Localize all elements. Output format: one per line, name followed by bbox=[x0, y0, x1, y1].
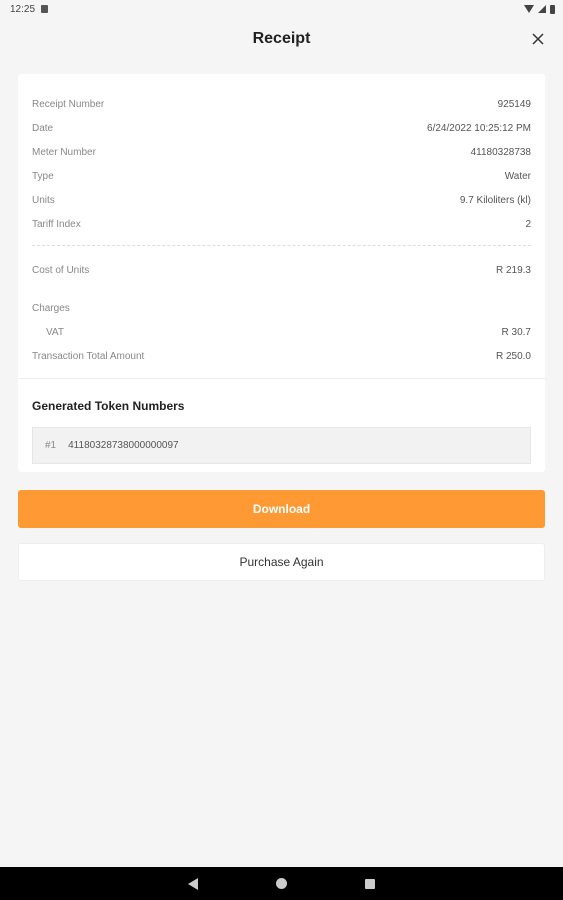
status-left: 12:25 bbox=[10, 3, 49, 15]
tariff-index-row: Tariff Index 2 bbox=[32, 212, 531, 236]
wifi-icon bbox=[524, 5, 534, 13]
receipt-number-value: 925149 bbox=[497, 98, 531, 110]
close-button[interactable] bbox=[527, 28, 549, 50]
total-row: Transaction Total Amount R 250.0 bbox=[32, 344, 531, 368]
meter-number-row: Meter Number 41180328738 bbox=[32, 140, 531, 164]
page-title: Receipt bbox=[252, 30, 311, 47]
dashed-divider bbox=[32, 245, 531, 246]
receipt-card: Receipt Number 925149 Date 6/24/2022 10:… bbox=[18, 74, 545, 472]
date-row: Date 6/24/2022 10:25:12 PM bbox=[32, 116, 531, 140]
purchase-again-button[interactable]: Purchase Again bbox=[18, 543, 545, 581]
charges-row: Charges bbox=[32, 296, 531, 320]
navigation-bar bbox=[0, 867, 563, 900]
meter-number-value: 41180328738 bbox=[470, 146, 531, 158]
cost-label: Cost of Units bbox=[32, 264, 90, 276]
units-row: Units 9.7 Kiloliters (kl) bbox=[32, 188, 531, 212]
vat-value: R 30.7 bbox=[501, 326, 531, 338]
cost-row: Cost of Units R 219.3 bbox=[32, 258, 531, 282]
receipt-number-label: Receipt Number bbox=[32, 98, 105, 110]
type-row: Type Water bbox=[32, 164, 531, 188]
receipt-details: Receipt Number 925149 Date 6/24/2022 10:… bbox=[18, 74, 545, 368]
vat-label: VAT bbox=[46, 326, 64, 338]
back-icon[interactable] bbox=[188, 877, 198, 890]
tokens-title: Generated Token Numbers bbox=[32, 399, 185, 413]
total-value: R 250.0 bbox=[495, 350, 531, 362]
receipt-number-row: Receipt Number 925149 bbox=[32, 92, 531, 116]
token-index: #1 bbox=[45, 440, 57, 451]
date-label: Date bbox=[32, 122, 54, 134]
date-value: 6/24/2022 10:25:12 PM bbox=[427, 122, 531, 134]
type-label: Type bbox=[32, 170, 54, 182]
status-time: 12:25 bbox=[10, 3, 36, 15]
cost-value: R 219.3 bbox=[495, 264, 531, 276]
battery-icon bbox=[550, 4, 555, 14]
tariff-index-label: Tariff Index bbox=[32, 218, 81, 230]
signal-icon bbox=[538, 5, 546, 13]
tokens-section: Generated Token Numbers #1 4118032873800… bbox=[18, 379, 545, 464]
tariff-index-value: 2 bbox=[525, 218, 531, 230]
header: Receipt bbox=[0, 22, 563, 56]
units-value: 9.7 Kiloliters (kl) bbox=[459, 194, 531, 206]
charges-label: Charges bbox=[32, 302, 70, 314]
token-number: 41180328738000000097 bbox=[68, 440, 179, 451]
token-item: #1 41180328738000000097 bbox=[32, 427, 531, 464]
meter-number-label: Meter Number bbox=[32, 146, 96, 158]
close-icon bbox=[532, 33, 544, 45]
download-button[interactable]: Download bbox=[18, 490, 545, 528]
status-right bbox=[524, 4, 555, 14]
status-bar: 12:25 bbox=[0, 0, 563, 18]
sd-card-icon bbox=[41, 5, 49, 13]
recent-apps-icon[interactable] bbox=[365, 878, 375, 889]
home-icon[interactable] bbox=[276, 878, 287, 889]
total-label: Transaction Total Amount bbox=[32, 350, 145, 362]
type-value: Water bbox=[504, 170, 531, 182]
vat-row: VAT R 30.7 bbox=[32, 320, 531, 344]
units-label: Units bbox=[32, 194, 55, 206]
